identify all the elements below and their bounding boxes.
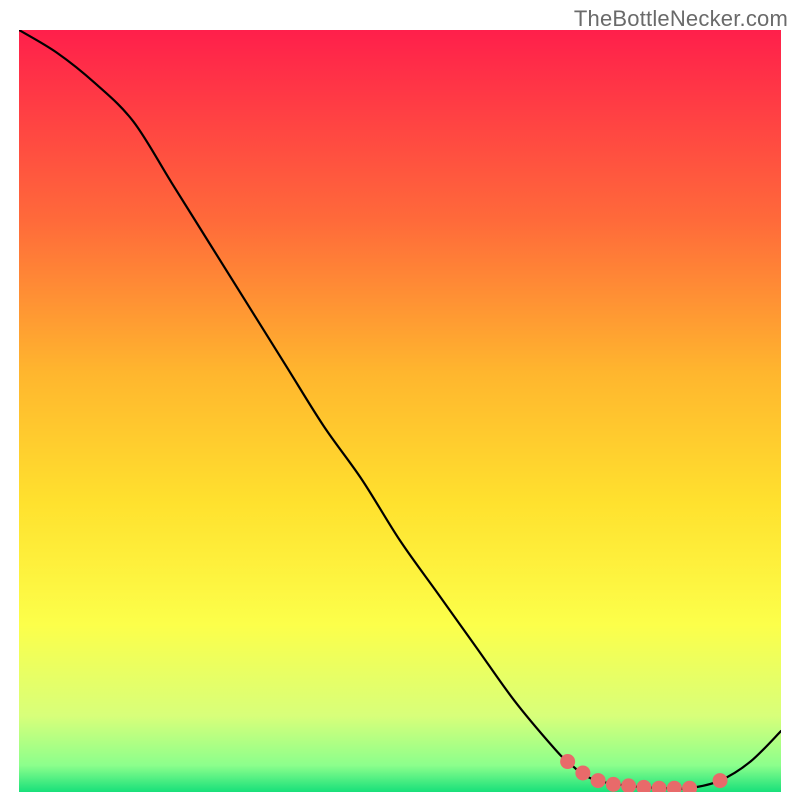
gradient-background [19, 30, 781, 792]
marker-dot [713, 773, 728, 788]
marker-dot [606, 777, 621, 792]
marker-dot [591, 773, 606, 788]
marker-dot [560, 754, 575, 769]
chart-svg [19, 30, 781, 792]
marker-dot [575, 765, 590, 780]
chart-container [19, 30, 781, 792]
watermark-text: TheBottleNecker.com [574, 6, 788, 32]
